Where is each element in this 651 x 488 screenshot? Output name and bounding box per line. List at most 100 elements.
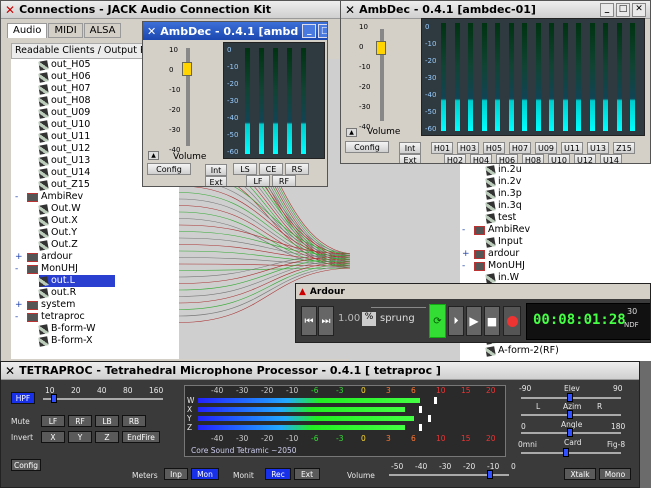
port-item[interactable]: Out.X [38, 215, 78, 227]
meters-inp-button[interactable]: Inp [164, 468, 188, 480]
ext-button[interactable]: Ext [399, 154, 421, 163]
expand-toggle[interactable]: - [15, 192, 18, 202]
expand-toggle[interactable]: - [15, 312, 18, 322]
invert-button-x[interactable]: X [41, 431, 65, 443]
speaker-button-u10[interactable]: U10 [548, 154, 570, 163]
play-button[interactable]: ▶ [466, 306, 482, 336]
port-item[interactable]: out_Z15 [38, 179, 90, 191]
expand-toggle[interactable]: + [15, 300, 23, 310]
expand-toggle[interactable]: - [15, 264, 18, 274]
speaker-button-u14[interactable]: U14 [600, 154, 622, 163]
speaker-button-h03[interactable]: H03 [457, 142, 479, 154]
volume-slider[interactable] [389, 470, 509, 479]
speaker-button-rs[interactable]: RS [285, 163, 309, 175]
ambdec-large-titlebar[interactable]: ✕ AmbDec - 0.4.1 [ambdec-01] _ □ ✕ [341, 1, 650, 19]
shuttle-speed-value[interactable]: 1.00 [338, 313, 360, 324]
speaker-button-u12[interactable]: U12 [574, 154, 596, 163]
port-item[interactable]: out_U14 [38, 167, 90, 179]
mute-button-lf[interactable]: LF [41, 415, 65, 427]
port-item[interactable]: out_H07 [38, 83, 91, 95]
connections-titlebar[interactable]: ✕ Connections - JACK Audio Connection Ki… [1, 1, 354, 19]
shuttle-unit-button[interactable]: % [362, 312, 376, 326]
speaker-button-h06[interactable]: H06 [496, 154, 518, 163]
tab-audio[interactable]: Audio [7, 23, 48, 38]
port-item[interactable]: out.R [38, 287, 76, 299]
app-close-icon[interactable]: ✕ [5, 3, 15, 17]
goto-end-button[interactable]: ⏭ [318, 306, 334, 336]
speaker-button-ls[interactable]: LS [233, 163, 257, 175]
minimize-icon[interactable]: _ [302, 24, 317, 38]
monit-ext-button[interactable]: Ext [294, 468, 320, 480]
close-icon[interactable]: ✕ [632, 2, 646, 17]
client-item[interactable]: system [27, 299, 75, 311]
speaker-button-ce[interactable]: CE [259, 163, 283, 175]
port-item[interactable]: test [485, 212, 516, 224]
client-item[interactable]: ardour [474, 248, 519, 260]
port-item[interactable]: Out.W [38, 203, 81, 215]
speaker-button-h04[interactable]: H04 [470, 154, 492, 163]
expand-toggle[interactable]: - [462, 261, 465, 271]
goto-start-button[interactable]: ⏮ [301, 306, 317, 336]
client-item[interactable]: AmbiRev [27, 191, 83, 203]
port-item[interactable]: Out.Y [38, 227, 77, 239]
minimize-icon[interactable]: _ [600, 2, 614, 17]
tab-midi[interactable]: MIDI [48, 23, 83, 38]
client-item[interactable]: MonUHJ [27, 263, 78, 275]
port-item[interactable]: out_U09 [38, 107, 90, 119]
speaker-button-lf[interactable]: LF [246, 175, 270, 186]
port-item[interactable]: in.2v [485, 176, 521, 188]
hpf-slider[interactable] [43, 394, 163, 403]
expand-toggle[interactable]: + [462, 249, 470, 259]
volume-slider-knob[interactable] [182, 62, 192, 76]
port-item[interactable]: Input [485, 236, 523, 248]
port-item[interactable]: Out.Z [38, 239, 78, 251]
port-item[interactable]: out_U12 [38, 143, 90, 155]
tetraproc-titlebar[interactable]: ✕ TETRAPROC - Tetrahedral Microphone Pro… [1, 362, 639, 380]
writable-clients-tree[interactable]: in.2u in.2v in.3p in.3q test - AmbiRev Input + ar… [458, 164, 651, 294]
port-item[interactable]: out_H08 [38, 95, 91, 107]
speaker-button-u09[interactable]: U09 [535, 142, 557, 154]
elev-slider[interactable] [521, 393, 621, 402]
port-item[interactable]: in.3p [485, 188, 522, 200]
mute-button-rf[interactable]: RF [68, 415, 92, 427]
port-item[interactable]: out_U13 [38, 155, 90, 167]
expand-toggle[interactable]: - [462, 225, 465, 235]
client-item[interactable]: tetraproc [27, 311, 85, 323]
meters-mon-button[interactable]: Mon [191, 468, 219, 480]
monit-rec-button[interactable]: Rec [265, 468, 291, 480]
port-item[interactable]: in.2u [485, 164, 522, 176]
loop-button[interactable]: ⟳ [429, 304, 446, 338]
volume-expand-icon[interactable]: ▲ [346, 128, 357, 137]
hpf-button[interactable]: HPF [11, 392, 35, 404]
card-slider-knob[interactable] [563, 448, 569, 457]
card-slider[interactable] [521, 448, 621, 457]
config-button[interactable]: Config [147, 163, 191, 175]
invert-button-z[interactable]: Z [95, 431, 119, 443]
azim-slider[interactable] [521, 410, 621, 419]
hpf-slider-knob[interactable] [51, 394, 57, 403]
speaker-button-h05[interactable]: H05 [483, 142, 505, 154]
port-item[interactable]: out_U11 [38, 131, 90, 143]
int-button[interactable]: Int [205, 164, 227, 176]
speaker-button-h01[interactable]: H01 [431, 142, 453, 154]
angle-slider[interactable] [521, 428, 621, 437]
client-item[interactable]: ardour [27, 251, 72, 263]
invert-button-y[interactable]: Y [68, 431, 92, 443]
primary-clock[interactable]: 00:08:01:28 30 NDF [526, 303, 650, 340]
int-button[interactable]: Int [399, 142, 421, 154]
speaker-button-h08[interactable]: H08 [522, 154, 544, 163]
speaker-button-h02[interactable]: H02 [444, 154, 466, 163]
ext-button[interactable]: Ext [205, 176, 227, 186]
azim-slider-knob[interactable] [567, 410, 573, 419]
client-item[interactable]: AmbiRev [474, 224, 530, 236]
maximize-icon[interactable]: □ [616, 2, 630, 17]
port-item[interactable]: B-form-W [38, 323, 96, 335]
port-item[interactable]: A-form-2(RF) [485, 345, 559, 357]
expand-toggle[interactable]: + [15, 252, 23, 262]
config-button[interactable]: Config [345, 141, 389, 153]
play-range-button[interactable]: ⏵ [448, 306, 464, 336]
angle-slider-knob[interactable] [567, 428, 573, 437]
port-item[interactable]: out.L [38, 275, 115, 287]
elev-slider-knob[interactable] [567, 393, 573, 402]
shuttle-slider[interactable] [371, 302, 426, 308]
